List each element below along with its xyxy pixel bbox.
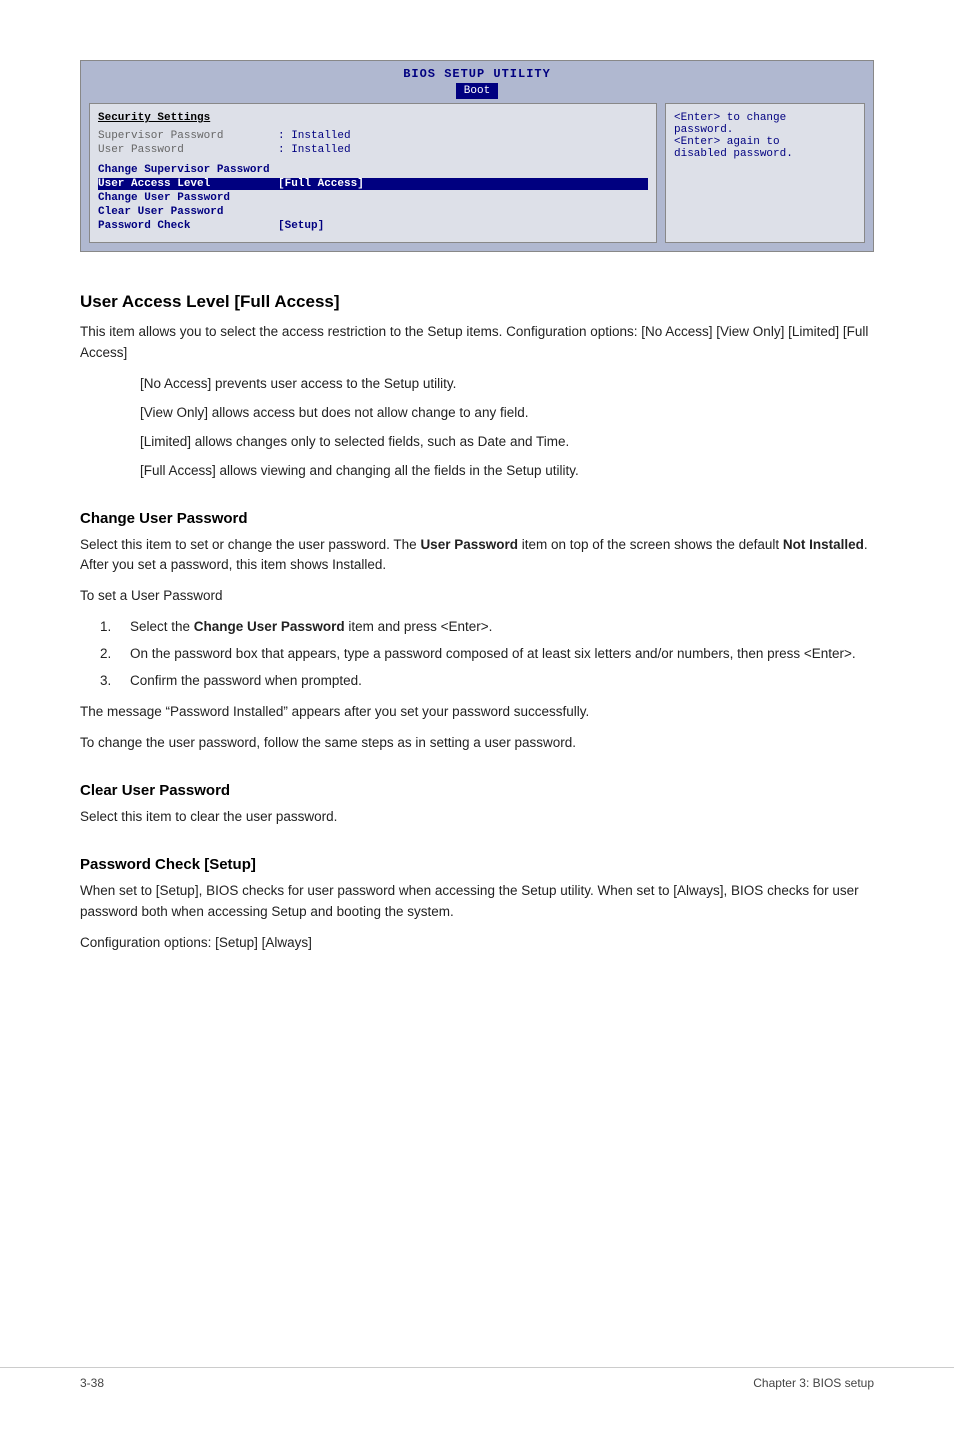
page-footer: 3-38 Chapter 3: BIOS setup (0, 1367, 954, 1398)
change-user-pass-after2: To change the user password, follow the … (80, 733, 874, 754)
bios-screenshot: BIOS SETUP UTILITY Boot Security Setting… (80, 60, 874, 252)
user-access-full: [Full Access] allows viewing and changin… (80, 461, 874, 482)
heading-password-check: Password Check [Setup] (80, 856, 874, 873)
heading-clear-user-password: Clear User Password (80, 782, 874, 799)
step-3: 3. Confirm the password when prompted. (80, 671, 874, 692)
bios-supervisor-row: Supervisor Password : Installed (98, 130, 648, 142)
bios-change-supervisor-label: Change Supervisor Password (98, 164, 278, 176)
password-check-para1: When set to [Setup], BIOS checks for use… (80, 881, 874, 923)
bios-user-access-label: User Access Level (98, 178, 278, 190)
change-user-pass-after1: The message “Password Installed” appears… (80, 702, 874, 723)
bios-sidebar-line4: disabled password. (674, 148, 856, 160)
step-1-text: Select the Change User Password item and… (130, 617, 874, 638)
section-password-check: Password Check [Setup] When set to [Setu… (80, 856, 874, 954)
section-change-user-password: Change User Password Select this item to… (80, 510, 874, 754)
footer-right: Chapter 3: BIOS setup (753, 1376, 874, 1390)
bios-password-check-label: Password Check (98, 220, 278, 232)
bios-userpass-row: User Password : Installed (98, 144, 648, 156)
bios-change-user-label: Change User Password (98, 192, 278, 204)
bios-sidebar-line3: <Enter> again to (674, 136, 856, 148)
user-access-no-access: [No Access] prevents user access to the … (80, 374, 874, 395)
page: BIOS SETUP UTILITY Boot Security Setting… (0, 0, 954, 1438)
step-2: 2. On the password box that appears, typ… (80, 644, 874, 665)
bios-title: BIOS SETUP UTILITY (81, 61, 873, 83)
section-clear-user-password: Clear User Password Select this item to … (80, 782, 874, 828)
user-access-limited: [Limited] allows changes only to selecte… (80, 432, 874, 453)
section-user-access: User Access Level [Full Access] This ite… (80, 292, 874, 482)
user-access-view-only: [View Only] allows access but does not a… (80, 403, 874, 424)
bios-supervisor-value: : Installed (278, 130, 351, 142)
bios-main-panel: Security Settings Supervisor Password : … (89, 103, 657, 243)
bios-sidebar-line1: <Enter> to change (674, 112, 856, 124)
bios-sidebar: <Enter> to change password. <Enter> agai… (665, 103, 865, 243)
heading-change-user-password: Change User Password (80, 510, 874, 527)
bios-tab-boot[interactable]: Boot (456, 83, 498, 99)
bios-password-check-row[interactable]: Password Check [Setup] (98, 220, 648, 232)
step-3-num: 3. (80, 671, 130, 692)
change-user-pass-para1: Select this item to set or change the us… (80, 535, 874, 577)
bios-body: Security Settings Supervisor Password : … (81, 103, 873, 251)
change-user-pass-steps: 1. Select the Change User Password item … (80, 617, 874, 692)
bios-clear-user-label: Clear User Password (98, 206, 278, 218)
bios-userpass-value: : Installed (278, 144, 351, 156)
bios-change-supervisor-row[interactable]: Change Supervisor Password (98, 164, 648, 176)
step-2-num: 2. (80, 644, 130, 665)
clear-user-pass-para: Select this item to clear the user passw… (80, 807, 874, 828)
bios-change-user-row[interactable]: Change User Password (98, 192, 648, 204)
step-1-num: 1. (80, 617, 130, 638)
bios-tabs: Boot (81, 83, 873, 103)
bios-clear-user-row[interactable]: Clear User Password (98, 206, 648, 218)
bios-section-title: Security Settings (98, 112, 648, 124)
bios-sidebar-line2: password. (674, 124, 856, 136)
change-user-pass-para2: To set a User Password (80, 586, 874, 607)
bios-supervisor-label: Supervisor Password (98, 130, 278, 142)
step-1: 1. Select the Change User Password item … (80, 617, 874, 638)
bios-userpass-label: User Password (98, 144, 278, 156)
bios-user-access-row[interactable]: User Access Level [Full Access] (98, 178, 648, 190)
step-2-text: On the password box that appears, type a… (130, 644, 874, 665)
footer-left: 3-38 (80, 1376, 104, 1390)
bios-password-check-value: [Setup] (278, 220, 324, 232)
step-3-text: Confirm the password when prompted. (130, 671, 874, 692)
password-check-para2: Configuration options: [Setup] [Always] (80, 933, 874, 954)
bios-user-access-value: [Full Access] (278, 178, 364, 190)
heading-user-access: User Access Level [Full Access] (80, 292, 874, 312)
user-access-para1: This item allows you to select the acces… (80, 322, 874, 364)
